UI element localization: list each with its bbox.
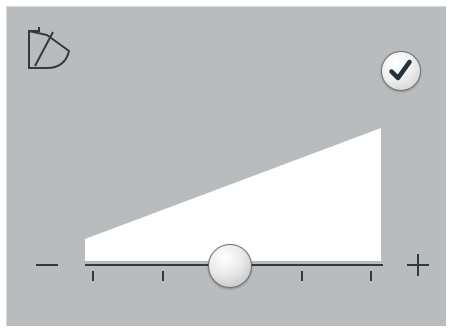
slider-tick [162, 271, 164, 281]
level-slider[interactable] [7, 7, 446, 326]
settings-panel [6, 6, 446, 326]
minus-icon[interactable] [34, 252, 60, 278]
plus-icon[interactable] [405, 252, 431, 278]
slider-thumb[interactable] [208, 244, 252, 288]
slider-tick [370, 271, 372, 281]
slider-tick [301, 271, 303, 281]
slider-tick [92, 271, 94, 281]
